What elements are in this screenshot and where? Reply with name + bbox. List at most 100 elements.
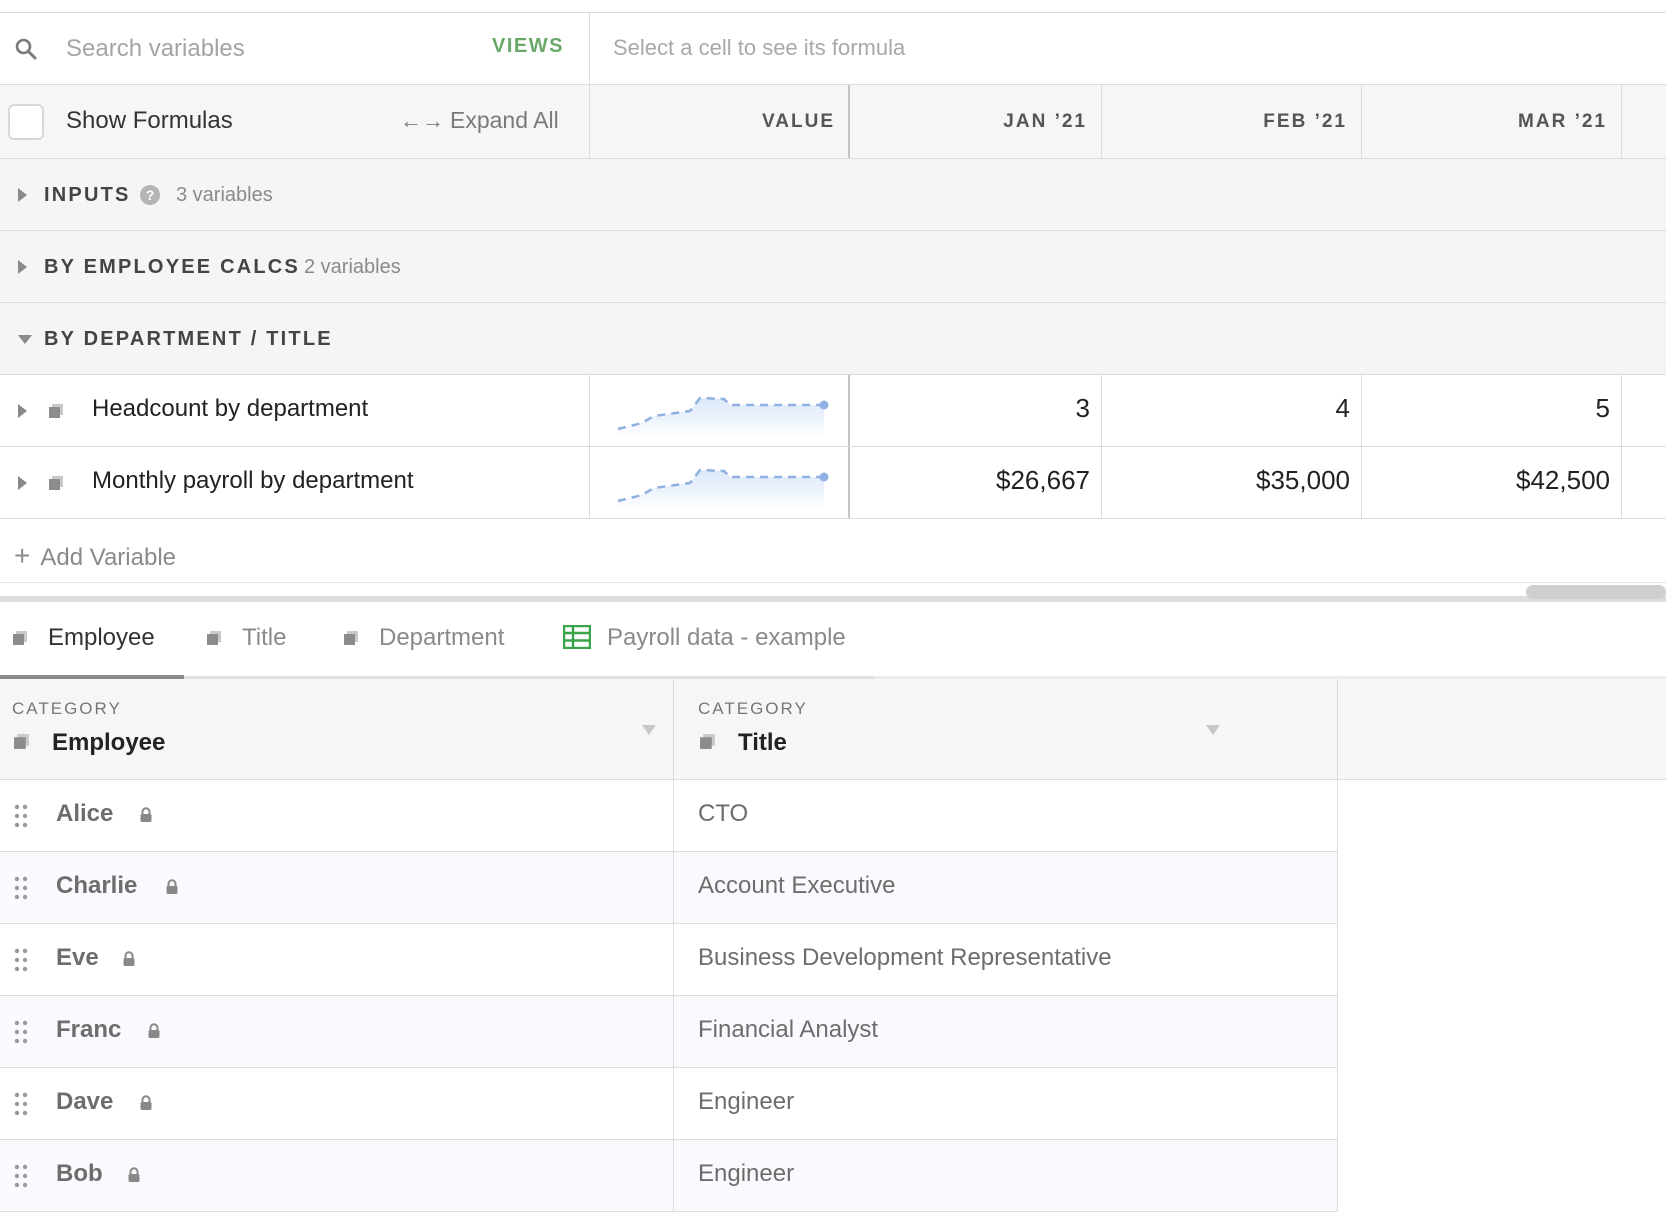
expand-caret-icon[interactable]: [18, 260, 27, 274]
value-cell-feb[interactable]: 4: [1102, 393, 1362, 424]
table-row[interactable]: Bob Engineer: [0, 1140, 1338, 1212]
employee-name[interactable]: Bob: [56, 1160, 103, 1188]
section-title: BY EMPLOYEE CALCS: [44, 256, 300, 278]
category-icon: [344, 631, 358, 645]
horizontal-scrollbar-thumb[interactable]: [1526, 585, 1666, 599]
cell-divider: [1337, 924, 1338, 996]
expand-caret-icon[interactable]: [18, 188, 27, 202]
help-icon[interactable]: ?: [140, 185, 160, 205]
section-by-employee-calcs[interactable]: BY EMPLOYEE CALCS 2 variables: [0, 231, 1666, 303]
collapse-caret-icon[interactable]: [18, 335, 32, 344]
section-variable-count: 2 variables: [304, 256, 401, 278]
table-row[interactable]: Dave Engineer: [0, 1068, 1338, 1140]
table-row[interactable]: Alice CTO: [0, 780, 1338, 852]
tab-title[interactable]: Title: [206, 624, 286, 652]
value-cell-jan[interactable]: $26,667: [850, 465, 1102, 496]
variable-row-monthly-payroll[interactable]: Monthly payroll by department $26,667 $3…: [0, 447, 1666, 519]
employee-name[interactable]: Eve: [56, 944, 99, 972]
column-header-mar[interactable]: MAR ’21: [1362, 85, 1622, 158]
cell-divider: [1337, 996, 1338, 1068]
cell-divider: [1621, 375, 1622, 446]
tab-label: Department: [379, 624, 505, 651]
spreadsheet-icon: [562, 624, 592, 650]
variable-row-headcount[interactable]: Headcount by department 3 4 5: [0, 375, 1666, 447]
dimension-tabs: Employee Title Department Payroll data -…: [0, 602, 1666, 678]
variable-name[interactable]: Monthly payroll by department: [92, 467, 414, 495]
tab-employee[interactable]: Employee: [12, 624, 155, 652]
column-name: Title: [738, 729, 787, 756]
column-header-value: VALUE: [762, 111, 835, 132]
section-title: INPUTS: [44, 184, 131, 206]
column-header-feb[interactable]: FEB ’21: [1102, 85, 1362, 158]
lock-icon: [128, 1167, 140, 1182]
show-formulas-checkbox[interactable]: [8, 104, 44, 140]
cell-divider: [1337, 1140, 1338, 1212]
tab-payroll-data[interactable]: Payroll data - example: [562, 624, 846, 652]
table-row[interactable]: Franc Financial Analyst: [0, 996, 1338, 1068]
title-value[interactable]: Engineer: [698, 1160, 794, 1188]
sparkline: [617, 468, 829, 511]
search-bar-row: VIEWS Select a cell to see its formula: [0, 13, 1666, 85]
search-input[interactable]: [54, 29, 454, 69]
column-type-label: CATEGORY: [12, 699, 122, 718]
column-header-title[interactable]: CATEGORY Title: [674, 679, 1338, 779]
cell-divider: [589, 375, 590, 446]
cell-divider: [1337, 780, 1338, 852]
category-icon: [49, 404, 63, 418]
lock-icon: [148, 1023, 160, 1038]
employee-name[interactable]: Charlie: [56, 872, 137, 900]
tab-label: Payroll data - example: [607, 624, 846, 651]
column-header-jan[interactable]: JAN ’21: [850, 85, 1102, 158]
value-cell-mar[interactable]: $42,500: [1362, 465, 1622, 496]
employee-name[interactable]: Franc: [56, 1016, 121, 1044]
section-variable-count: 3 variables: [176, 184, 273, 206]
title-value[interactable]: Business Development Representative: [698, 944, 1112, 972]
cell-divider: [673, 1068, 674, 1140]
drag-handle-icon[interactable]: [14, 804, 28, 828]
lock-icon: [140, 807, 152, 822]
drag-handle-icon[interactable]: [14, 876, 28, 900]
value-cell-mar[interactable]: 5: [1362, 393, 1622, 424]
drag-handle-icon[interactable]: [14, 1164, 28, 1188]
sparkline: [617, 396, 829, 439]
views-button[interactable]: VIEWS: [492, 35, 564, 58]
title-value[interactable]: Financial Analyst: [698, 1016, 878, 1044]
search-panel: VIEWS: [0, 13, 590, 84]
table-row[interactable]: Eve Business Development Representative: [0, 924, 1338, 996]
section-by-department-title[interactable]: BY DEPARTMENT / TITLE: [0, 303, 1666, 375]
category-icon: [14, 734, 29, 749]
category-icon: [207, 631, 221, 645]
variable-name[interactable]: Headcount by department: [92, 395, 368, 423]
section-inputs[interactable]: INPUTS ? 3 variables: [0, 159, 1666, 231]
title-value[interactable]: CTO: [698, 800, 748, 828]
expand-caret-icon[interactable]: [18, 476, 27, 490]
add-variable-label: Add Variable: [40, 544, 177, 571]
cell-divider: [673, 996, 674, 1068]
cell-divider: [673, 780, 674, 852]
expand-all-button[interactable]: ←→ Expand All: [400, 107, 559, 134]
formula-bar-hint[interactable]: Select a cell to see its formula: [613, 35, 905, 61]
column-header-employee[interactable]: CATEGORY Employee: [0, 679, 674, 779]
tab-label: Employee: [48, 624, 155, 651]
tab-department[interactable]: Department: [343, 624, 504, 652]
title-value[interactable]: Account Executive: [698, 872, 895, 900]
table-row[interactable]: Charlie Account Executive: [0, 852, 1338, 924]
divider: [0, 582, 1666, 583]
expand-all-label: Expand All: [450, 107, 559, 133]
category-icon: [700, 734, 715, 749]
cell-divider: [1337, 852, 1338, 924]
column-menu-icon[interactable]: [1206, 725, 1220, 735]
drag-handle-icon[interactable]: [14, 948, 28, 972]
expand-caret-icon[interactable]: [18, 404, 27, 418]
add-variable-button[interactable]: + Add Variable: [14, 540, 176, 572]
value-cell-feb[interactable]: $35,000: [1102, 465, 1362, 496]
drag-handle-icon[interactable]: [14, 1020, 28, 1044]
drag-handle-icon[interactable]: [14, 1092, 28, 1116]
title-value[interactable]: Engineer: [698, 1088, 794, 1116]
value-cell-jan[interactable]: 3: [850, 393, 1102, 424]
employee-name[interactable]: Alice: [56, 800, 113, 828]
cell-divider: [673, 852, 674, 924]
column-type-label: CATEGORY: [698, 699, 808, 718]
employee-name[interactable]: Dave: [56, 1088, 113, 1116]
column-menu-icon[interactable]: [642, 725, 656, 735]
